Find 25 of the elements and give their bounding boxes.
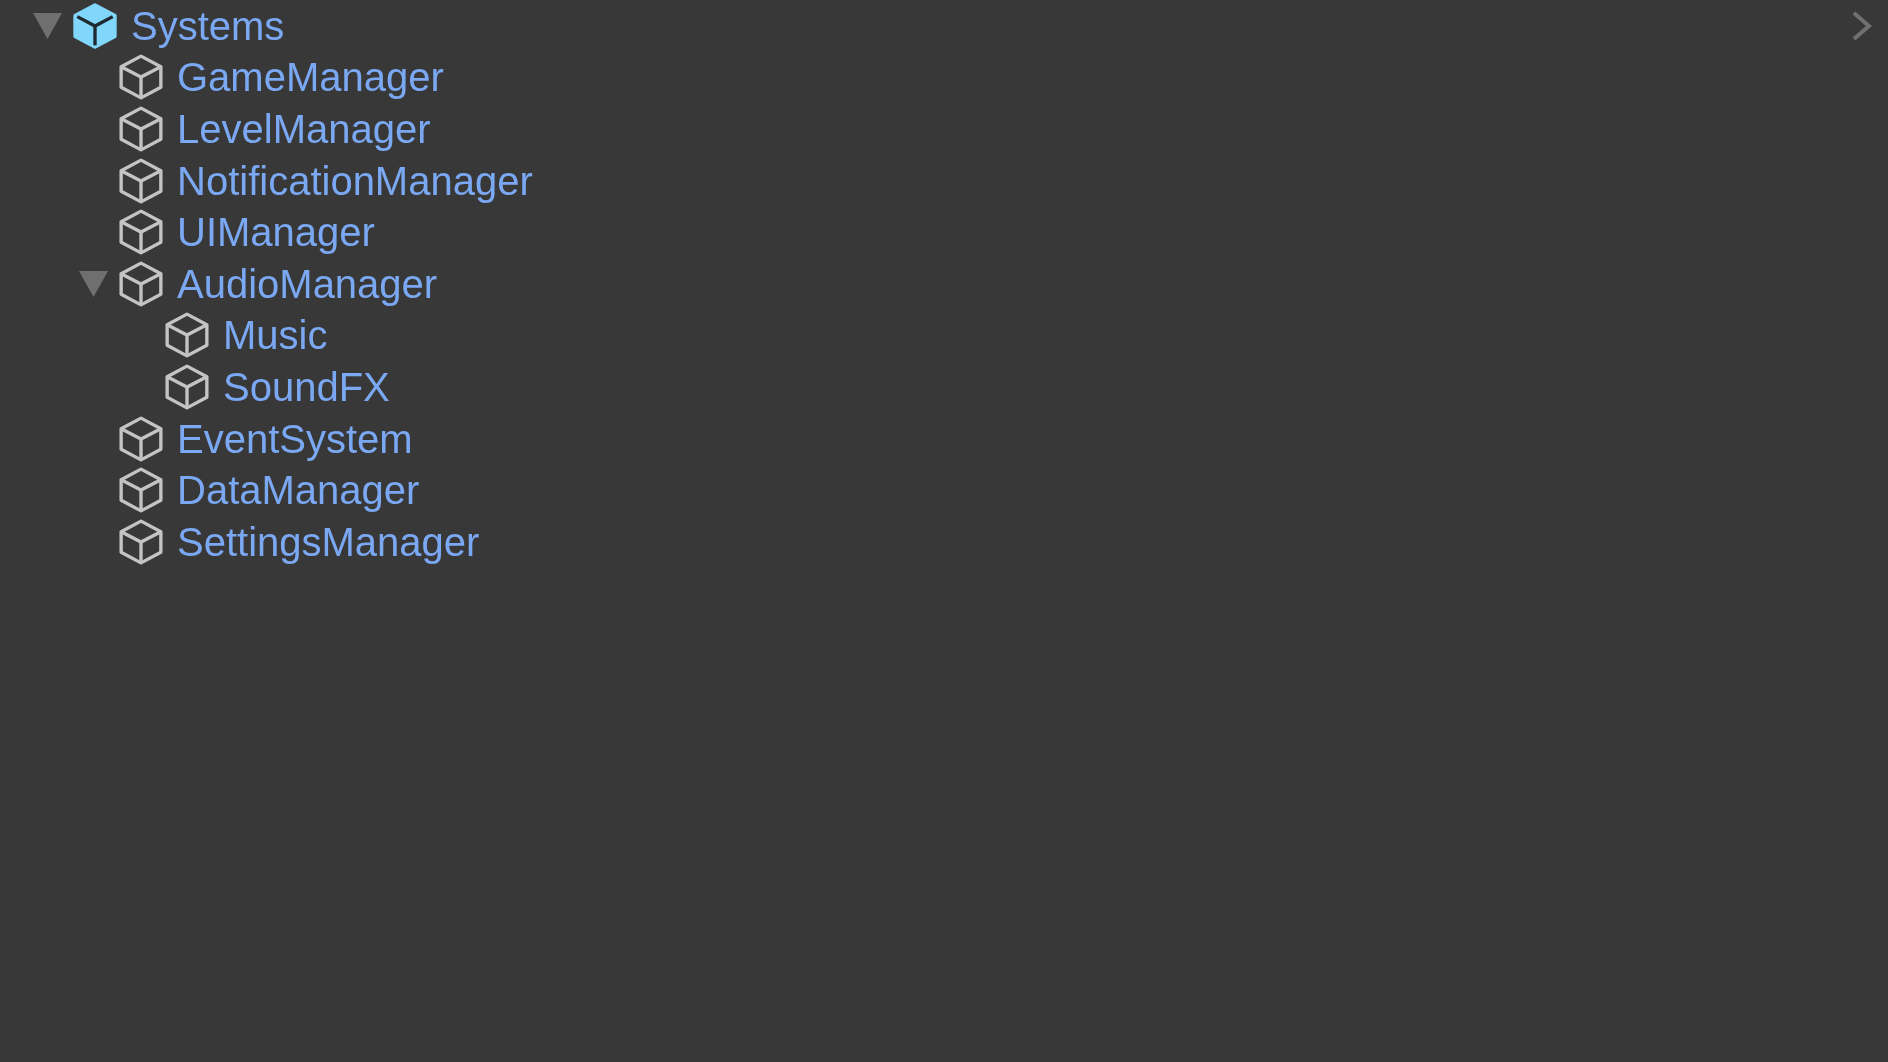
chevron-right-icon[interactable]: [1852, 10, 1872, 41]
cube-outline-icon: [119, 415, 163, 462]
tree-item-label[interactable]: Music: [223, 315, 328, 356]
cube-outline-icon: [119, 106, 163, 152]
cube-icon: [73, 2, 117, 49]
tree-item-label[interactable]: DataManager: [177, 470, 420, 511]
tree-item-label[interactable]: AudioManager: [177, 263, 438, 304]
tree-item-label[interactable]: UIManager: [177, 212, 375, 253]
cube-outline-icon: [119, 518, 163, 565]
tree-item-label[interactable]: EventSystem: [177, 418, 413, 459]
cube-outline-icon: [119, 209, 163, 256]
cube-outline-icon: [165, 312, 209, 359]
cube-outline-icon: [165, 363, 209, 410]
caret-down-icon[interactable]: [33, 12, 62, 39]
caret-down-icon[interactable]: [79, 270, 108, 297]
tree-item-label[interactable]: NotificationManager: [177, 160, 533, 201]
tree-item-label[interactable]: LevelManager: [177, 109, 431, 149]
tree-item-label[interactable]: SoundFX: [223, 366, 390, 407]
cube-outline-icon: [119, 467, 163, 514]
tree-item-label[interactable]: SettingsManager: [177, 521, 480, 562]
cube-outline-icon: [119, 260, 163, 307]
cube-outline-icon: [119, 54, 163, 101]
tree-item-label[interactable]: Systems: [131, 5, 285, 46]
cube-outline-icon: [119, 157, 163, 204]
tree-item-label[interactable]: GameManager: [177, 57, 444, 98]
